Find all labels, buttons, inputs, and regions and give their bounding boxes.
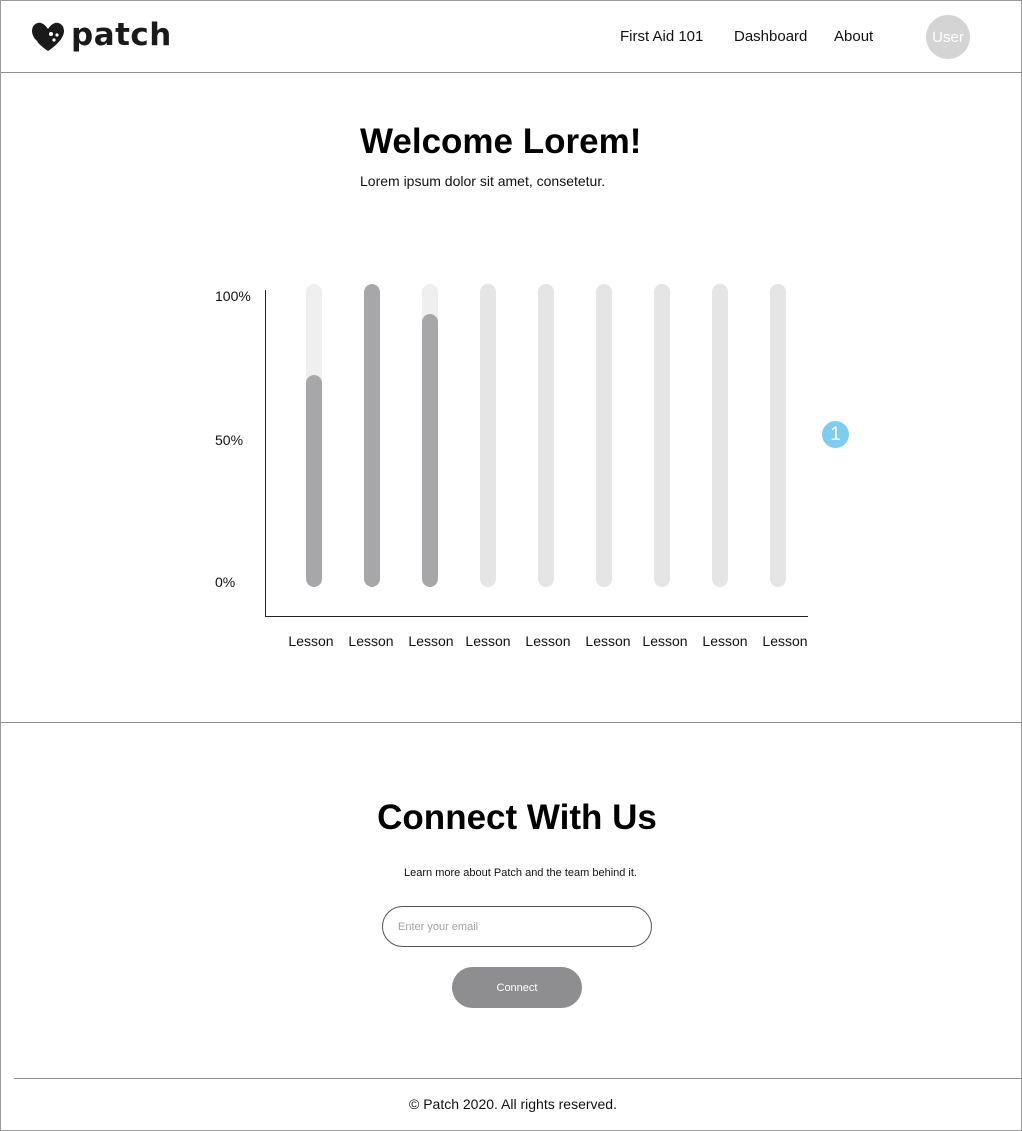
- connect-subtitle: Learn more about Patch and the team behi…: [404, 867, 637, 879]
- lesson-bar-track: [422, 284, 438, 587]
- lesson-bar-fill: [422, 314, 438, 587]
- y-tick-label: 100%: [215, 288, 251, 304]
- lesson-bar-track: [654, 284, 670, 587]
- x-tick-label: Lesson: [465, 633, 511, 649]
- connect-button[interactable]: Connect: [452, 967, 582, 1008]
- top-nav-bar: patch First Aid 101 Dashboard About User: [1, 1, 1021, 73]
- welcome-subtitle: Lorem ipsum dolor sit amet, consetetur.: [360, 173, 606, 189]
- x-tick-label: Lesson: [642, 633, 688, 649]
- lesson-bar-fill: [364, 284, 380, 587]
- lesson-bar-track: [364, 284, 380, 587]
- y-tick-label: 0%: [215, 574, 236, 590]
- x-tick-label: Lesson: [348, 633, 394, 649]
- lesson-bar-track: [480, 284, 496, 587]
- lesson-progress-chart: 100% 50% 0% Lesson Lesson Lesson Lesson Less…: [200, 270, 840, 670]
- lesson-bar-track: [306, 284, 322, 587]
- user-avatar[interactable]: User: [926, 15, 970, 59]
- section-divider: [1, 722, 1021, 723]
- email-input[interactable]: [382, 906, 652, 947]
- x-tick-label: Lesson: [585, 633, 631, 649]
- nav-dashboard[interactable]: Dashboard: [734, 28, 807, 45]
- y-axis: [265, 290, 266, 617]
- nav-about[interactable]: About: [834, 28, 873, 45]
- connect-title: Connect With Us: [377, 798, 657, 837]
- x-tick-label: Lesson: [408, 633, 454, 649]
- x-tick-label: Lesson: [762, 633, 808, 649]
- y-tick-label: 50%: [215, 432, 244, 448]
- patch-logo[interactable]: patch: [29, 17, 172, 55]
- footer-divider: [14, 1078, 1021, 1079]
- x-tick-label: Lesson: [288, 633, 334, 649]
- lesson-bar-track: [596, 284, 612, 587]
- logo-text: patch: [71, 17, 172, 53]
- lesson-bar-fill: [306, 375, 322, 587]
- footer-copyright: © Patch 2020. All rights reserved.: [409, 1096, 617, 1112]
- lesson-bar-track: [712, 284, 728, 587]
- lesson-bar-track: [770, 284, 786, 587]
- nav-first-aid-101[interactable]: First Aid 101: [620, 28, 703, 45]
- x-tick-label: Lesson: [702, 633, 748, 649]
- x-tick-label: Lesson: [525, 633, 571, 649]
- heart-chat-logo-icon: [30, 22, 64, 51]
- lesson-bar-track: [538, 284, 554, 587]
- annotation-marker: 1: [822, 421, 849, 448]
- welcome-title: Welcome Lorem!: [360, 122, 642, 161]
- x-axis: [265, 616, 808, 617]
